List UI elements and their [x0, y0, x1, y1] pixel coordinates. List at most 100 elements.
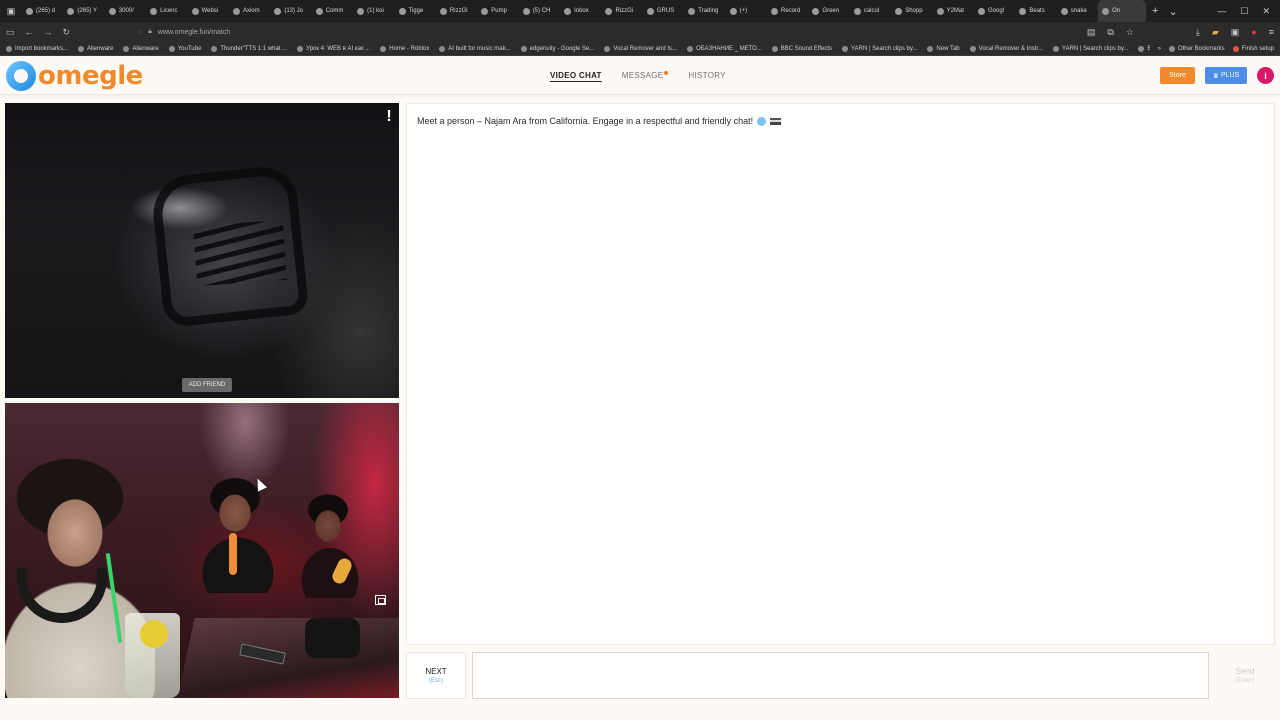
tab-search-chevron-icon[interactable]: ⌄: [1164, 5, 1182, 18]
tab-favicon-icon: [564, 7, 572, 15]
video-person-middle: [190, 473, 285, 593]
bookmark-label: Урок 4: WEB в AI как ...: [306, 45, 371, 52]
omegle-logo[interactable]: omegle: [6, 61, 143, 91]
close-window-icon[interactable]: ✕: [1262, 6, 1270, 17]
bookmark-item[interactable]: Vocal Remover and Is...: [604, 45, 677, 52]
bookmark-item[interactable]: Урок 4: WEB в AI как ...: [297, 45, 371, 52]
bookmark-item[interactable]: Alienware: [78, 45, 113, 52]
bookmark-item[interactable]: Vocal Remover & Instr...: [969, 45, 1043, 52]
store-button[interactable]: Store: [1160, 67, 1195, 84]
avatar[interactable]: i: [1257, 67, 1274, 84]
bookmark-finish-setup[interactable]: Finish setup: [1232, 46, 1274, 52]
bookmark-label: New Tab: [936, 45, 960, 52]
browser-tab[interactable]: RizzGi: [601, 0, 642, 22]
chat-input[interactable]: [472, 652, 1209, 699]
browser-tab[interactable]: RizzGi: [436, 0, 477, 22]
browser-tab[interactable]: snake: [1057, 0, 1098, 22]
tab-title: Inbox: [574, 8, 589, 14]
browser-tab[interactable]: Licenc: [146, 0, 187, 22]
bookmark-item[interactable]: ОБАЗНАНИЕ _ МЕТО...: [687, 45, 762, 52]
picture-in-picture-icon[interactable]: [375, 595, 386, 605]
forward-icon[interactable]: →: [44, 27, 53, 37]
address-bar[interactable]: ◌ 🔒︎ www.omegle.fun/match: [132, 25, 1072, 39]
plus-button[interactable]: ♛ PLUS: [1205, 67, 1247, 84]
bookmark-item[interactable]: New Tab: [927, 45, 960, 52]
bookmark-item[interactable]: YARN | Search clips by...: [842, 45, 917, 52]
video-speaker: [305, 618, 360, 658]
send-button[interactable]: Send (Enter): [1215, 652, 1275, 699]
next-button[interactable]: NEXT (Esc): [406, 652, 466, 699]
browser-tab[interactable]: 3000/: [105, 0, 146, 22]
browser-tab[interactable]: (265) d: [22, 0, 63, 22]
browser-tab[interactable]: (265) Y: [63, 0, 104, 22]
bookmark-favicon-icon: [297, 45, 304, 52]
bookmark-label: edgenuity - Google Se...: [529, 45, 595, 52]
browser-tab[interactable]: Googl: [974, 0, 1015, 22]
bookmark-item[interactable]: YARN | Search clips by...: [1053, 45, 1128, 52]
record-icon[interactable]: ●: [1251, 27, 1256, 37]
app-menu-icon[interactable]: ≡: [1269, 27, 1274, 37]
browser-tab[interactable]: Record: [767, 0, 808, 22]
browser-tab[interactable]: (+): [726, 0, 767, 22]
bookmark-item[interactable]: Home - Roblox: [380, 45, 429, 52]
browser-tab[interactable]: (13) Jo: [270, 0, 311, 22]
bookmark-item[interactable]: Import bookmarks...: [6, 45, 68, 52]
nav-video-chat[interactable]: VIDEO CHAT: [550, 71, 602, 80]
tab-favicon-icon: [688, 7, 696, 15]
browser-tab[interactable]: Shopp: [891, 0, 932, 22]
minimize-icon[interactable]: —: [1217, 6, 1226, 16]
tab-title: Licenc: [160, 8, 178, 14]
tab-title: Green: [822, 8, 840, 14]
browser-tab[interactable]: Tigge: [395, 0, 436, 22]
browser-tab[interactable]: Y2Mat: [933, 0, 974, 22]
bookmark-item[interactable]: AI built for music mak...: [439, 45, 511, 52]
bookmark-item[interactable]: BBC Sound Effects: [771, 45, 832, 52]
folder-icon[interactable]: ▰: [1212, 27, 1219, 38]
lock-icon[interactable]: 🔒︎: [148, 28, 152, 36]
report-icon[interactable]: !: [385, 109, 393, 125]
url-text[interactable]: www.omegle.fun/match: [158, 29, 230, 36]
browser-tab[interactable]: Axiom: [229, 0, 270, 22]
nav-message[interactable]: MESSAGE: [622, 71, 669, 80]
bookmarks-overflow-icon[interactable]: »: [1158, 46, 1161, 52]
video-table: [175, 618, 399, 698]
browser-tab[interactable]: Comm: [312, 0, 353, 22]
browser-tab[interactable]: GRUS: [643, 0, 684, 22]
nav-history[interactable]: HISTORY: [688, 71, 725, 80]
tab-favicon-icon: [1060, 7, 1068, 15]
browser-tab[interactable]: Websi: [188, 0, 229, 22]
chat-system-message: Meet a person – Najam Ara from Californi…: [417, 116, 782, 126]
browser-tab[interactable]: On: [1098, 0, 1147, 22]
browser-tab[interactable]: Pump: [477, 0, 518, 22]
bookmark-favicon-icon: [687, 45, 694, 52]
extensions-icon[interactable]: ⧉: [1107, 27, 1113, 38]
new-tab-icon[interactable]: +: [1146, 5, 1164, 17]
browser-tab[interactable]: Green: [808, 0, 849, 22]
browser-tab[interactable]: (1) koi: [353, 0, 394, 22]
reader-icon[interactable]: ▤: [1087, 27, 1096, 38]
bookmark-other[interactable]: Other Bookmarks: [1168, 46, 1225, 52]
add-friend-button[interactable]: ADD FRIEND: [182, 378, 232, 392]
browser-tab[interactable]: calcul: [850, 0, 891, 22]
downloads-icon[interactable]: ⤓: [1196, 27, 1200, 38]
maximize-icon[interactable]: ☐: [1240, 6, 1248, 17]
bookmark-item[interactable]: Thunder"TTS 1:1 what ...: [211, 45, 287, 52]
browser-tab[interactable]: Trading: [684, 0, 725, 22]
tab-favicon-icon: [439, 7, 447, 15]
bookmark-item[interactable]: Alienware: [123, 45, 159, 52]
browser-tab[interactable]: Inbox: [560, 0, 601, 22]
bookmark-item[interactable]: YouTube: [168, 45, 201, 52]
shield-icon[interactable]: ◌: [138, 29, 142, 36]
back-icon[interactable]: ←: [25, 27, 34, 37]
tab-actions-icon[interactable]: ▣: [0, 0, 22, 22]
sidebar-icon[interactable]: ▭: [6, 27, 15, 38]
tab-title: RizzGi: [615, 8, 634, 14]
pocket-icon[interactable]: ▣: [1231, 27, 1240, 38]
tab-favicon-icon: [108, 7, 116, 15]
bookmark-item[interactable]: edgenuity - Google Se...: [520, 45, 595, 52]
browser-tab[interactable]: (5) CH: [519, 0, 560, 22]
browser-tab[interactable]: Beats: [1015, 0, 1056, 22]
bookmark-favicon-icon: [211, 45, 218, 52]
bookmark-star-icon[interactable]: ☆: [1126, 27, 1134, 38]
reload-icon[interactable]: ↻: [63, 27, 71, 38]
